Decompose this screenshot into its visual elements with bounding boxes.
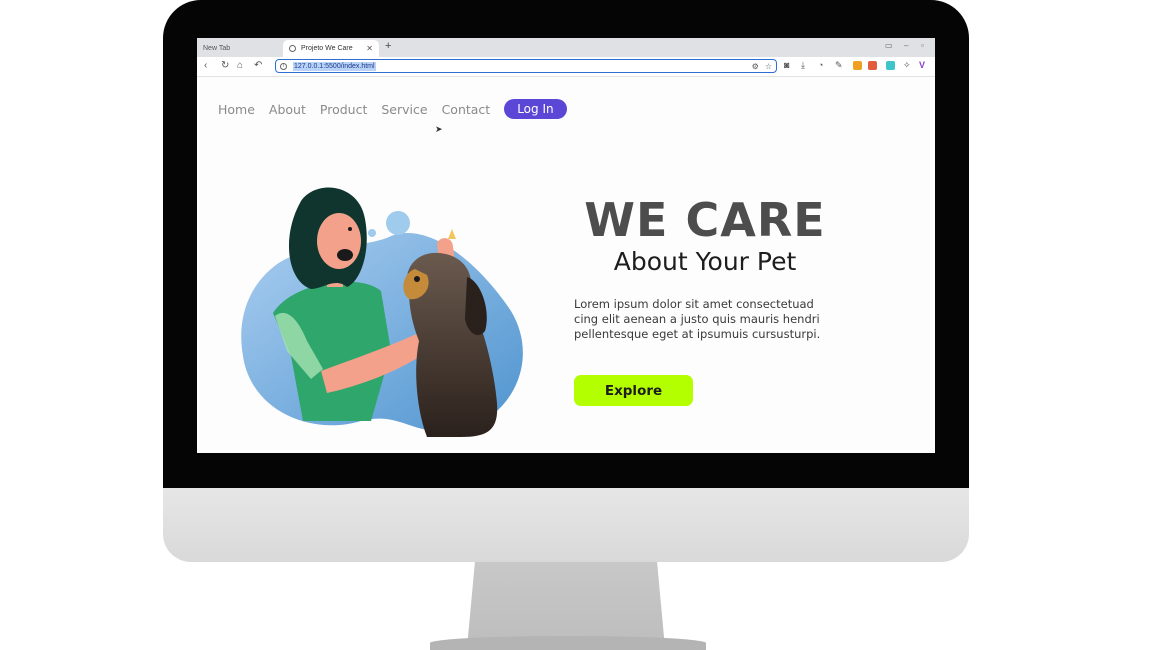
new-tab-button[interactable]: + [385,40,391,52]
address-bar[interactable]: i 127.0.0.1:5500/index.html ⚙ ☆ [275,59,777,73]
hero-description: Lorem ipsum dolor sit amet consectetuad … [574,297,844,342]
tab-projeto-we-care[interactable]: Projeto We Care ✕ [283,40,379,57]
minimize-icon[interactable]: – [904,41,908,50]
tab-strip: New Tab Projeto We Care ✕ + ▭ – ▫ [197,38,935,57]
screen: New Tab Projeto We Care ✕ + ▭ – ▫ ‹ ↻ ⌂ … [197,38,935,453]
hero-title: WE CARE [584,193,826,247]
history-icon[interactable]: ◔ [818,60,823,70]
nav-about[interactable]: About [269,102,306,117]
bookmark-star-icon[interactable]: ☆ [765,62,772,71]
puzzle-icon[interactable]: ✧ [903,60,911,71]
site-nav: Home About Product Service Contact Log I… [218,99,567,119]
url-text: 127.0.0.1:5500/index.html [293,61,376,71]
tab-new-tab[interactable]: New Tab [197,40,281,57]
nav-product[interactable]: Product [320,102,367,117]
explore-button[interactable]: Explore [574,375,693,406]
bubble-large [386,211,410,235]
back-icon[interactable]: ‹ [204,60,207,71]
restore-icon[interactable]: ▫ [921,41,924,50]
extension-icon[interactable] [886,61,895,70]
globe-icon [289,45,296,52]
login-button[interactable]: Log In [504,99,567,119]
nav-service[interactable]: Service [381,102,427,117]
mouth [337,249,353,261]
translate-icon[interactable]: ⚙ [752,62,759,71]
pet-care-illustration [241,187,523,437]
tab-label: Projeto We Care [301,45,353,52]
web-page: Home About Product Service Contact Log I… [197,77,935,453]
download-icon[interactable]: ⤓ [801,60,805,71]
hero-text-line: pellentesque eget at ipsumuis cursusturp… [574,327,821,341]
monitor-chin [163,488,969,562]
tools-icon[interactable]: ✎ [835,60,843,71]
mouse-cursor-icon: ➤ [435,124,443,134]
bubble-small [368,229,376,237]
tab-list-icon[interactable]: ▭ [885,41,893,50]
hero-text-line: Lorem ipsum dolor sit amet consectetuad [574,297,814,311]
close-icon[interactable]: ✕ [366,44,373,53]
hero-subtitle: About Your Pet [613,247,797,276]
tab-label: New Tab [203,45,231,52]
undo-icon[interactable]: ↶ [254,60,262,71]
shield-icon[interactable] [868,61,877,70]
home-icon[interactable]: ⌂ [237,60,243,71]
vivaldi-icon[interactable]: V [919,60,925,70]
face [317,213,361,269]
browser-toolbar: ‹ ↻ ⌂ ↶ i 127.0.0.1:5500/index.html ⚙ ☆ … [197,57,935,77]
site-info-icon[interactable]: i [280,62,287,70]
nav-home[interactable]: Home [218,102,255,117]
nav-contact[interactable]: Contact [442,102,491,117]
dropper [448,229,456,239]
screenshot-icon[interactable]: ◙ [784,60,789,70]
hero-text-line: cing elit aenean a justo quis mauris hen… [574,312,820,326]
reload-icon[interactable]: ↻ [221,60,229,71]
extension-icon[interactable] [853,61,862,70]
